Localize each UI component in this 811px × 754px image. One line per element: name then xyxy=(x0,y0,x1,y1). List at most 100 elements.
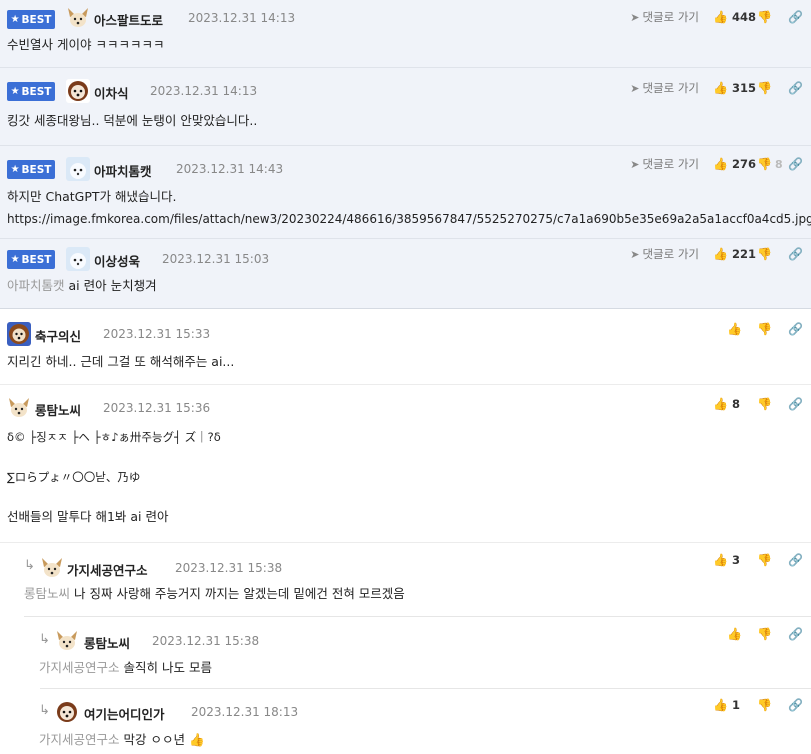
link-icon[interactable]: 🔗 xyxy=(787,397,803,411)
comment-text: δ© ├징ㅈㅈ ├ヘ ├ㅎ♪ぁ卅주능グ┤ ズ｜?δ ∑ロらプょ〃〇〇낟、乃ゆ 선… xyxy=(7,430,221,524)
avatar[interactable] xyxy=(55,629,79,653)
thumbs-down-icon: 👎 xyxy=(757,397,772,411)
best-badge: ★ BEST xyxy=(7,82,55,101)
thumbs-down-icon: 👎 xyxy=(757,322,772,336)
downvote-button[interactable]: 👎 xyxy=(757,81,787,95)
link-icon[interactable]: 🔗 xyxy=(787,157,803,171)
downvote-button[interactable]: 👎 xyxy=(757,627,787,641)
upvote-button[interactable]: 👍 276 xyxy=(713,157,757,171)
avatar[interactable] xyxy=(40,556,64,580)
avatar[interactable] xyxy=(55,700,79,724)
star-icon: ★ xyxy=(10,164,20,175)
best-badge: ★ BEST xyxy=(7,160,55,179)
author-name[interactable]: 롱탐노씨 xyxy=(35,400,81,419)
downvote-button[interactable]: 👎 xyxy=(757,247,787,261)
star-icon: ★ xyxy=(10,254,20,265)
goto-reply-link[interactable]: ➤ 댓글로 가기 xyxy=(630,246,699,262)
best-comment: ★ BEST 이상성욱 2023.12.31 15:03 ➤ 댓글로 가기 👍 221… xyxy=(0,239,811,309)
comment-text: 수빈열사 게이야 ㅋㅋㅋㅋㅋㅋ xyxy=(7,37,165,52)
arrow-icon: ➤ xyxy=(630,10,640,24)
arrow-icon: ➤ xyxy=(630,157,640,171)
link-icon[interactable]: 🔗 xyxy=(787,627,803,641)
thumbs-up-icon: 👍 xyxy=(713,10,728,24)
thumbs-down-icon: 👎 xyxy=(757,81,772,95)
thumbs-up-icon: 👍 xyxy=(713,397,728,411)
author-name[interactable]: 여기는어디인가 xyxy=(84,704,165,723)
best-badge: ★ BEST xyxy=(7,10,55,29)
reply-comment: ↳ 가지세공연구소 2023.12.31 15:38 👍 3 👎 🔗 롱탐노씨 나 … xyxy=(0,543,811,617)
downvote-button[interactable]: 👎 xyxy=(757,322,787,336)
link-icon[interactable]: 🔗 xyxy=(787,322,803,336)
upvote-button[interactable]: 👍 221 xyxy=(713,247,757,261)
comment-date: 2023.12.31 15:03 xyxy=(162,252,270,266)
thumbs-down-icon: 👎 xyxy=(757,698,772,712)
author-name[interactable]: 이상성욱 xyxy=(94,251,140,270)
comment-date: 2023.12.31 15:38 xyxy=(152,634,260,648)
arrow-icon: ➤ xyxy=(630,247,640,261)
mention-link[interactable]: 가지세공연구소 xyxy=(39,732,120,747)
upvote-button[interactable]: 👍 3 xyxy=(713,553,757,567)
avatar[interactable] xyxy=(7,322,31,346)
author-name[interactable]: 축구의신 xyxy=(35,326,81,345)
goto-reply-link[interactable]: ➤ 댓글로 가기 xyxy=(630,156,699,172)
author-name[interactable]: 가지세공연구소 xyxy=(67,560,148,579)
thumbs-up-icon: 👍 xyxy=(713,247,728,261)
goto-reply-link[interactable]: ➤ 댓글로 가기 xyxy=(630,80,699,96)
upvote-button[interactable]: 👍 xyxy=(727,627,757,641)
downvote-button[interactable]: 👎 xyxy=(757,397,787,411)
best-comment: ★ BEST 이차식 2023.12.31 14:13 ➤ 댓글로 가기 👍 315 … xyxy=(0,68,811,146)
avatar[interactable] xyxy=(66,79,90,103)
upvote-button[interactable]: 👍 448 xyxy=(713,10,757,24)
comment-date: 2023.12.31 14:13 xyxy=(188,11,296,25)
downvote-button[interactable]: 👎 xyxy=(757,10,787,24)
best-comment: ★ BEST 아파치톰캣 2023.12.31 14:43 ➤ 댓글로 가기 👍 27… xyxy=(0,146,811,239)
arrow-icon: ➤ xyxy=(630,81,640,95)
comment-text: 하지만 ChatGPT가 해냈습니다. https://image.fmkore… xyxy=(0,186,811,230)
goto-reply-link[interactable]: ➤ 댓글로 가기 xyxy=(630,9,699,25)
comment-date: 2023.12.31 14:13 xyxy=(150,84,258,98)
comment-date: 2023.12.31 14:43 xyxy=(176,162,284,176)
star-icon: ★ xyxy=(10,86,20,97)
thumbs-up-icon: 👍 xyxy=(713,81,728,95)
upvote-button[interactable]: 👍 8 xyxy=(713,397,757,411)
thumbs-down-icon: 👎 xyxy=(757,553,772,567)
upvote-button[interactable]: 👍 315 xyxy=(713,81,757,95)
avatar[interactable] xyxy=(66,157,90,181)
thumbs-down-icon: 👎 xyxy=(757,157,772,171)
link-icon[interactable]: 🔗 xyxy=(787,81,803,95)
mention-link[interactable]: 롱탐노씨 xyxy=(24,586,70,601)
mention-link[interactable]: 아파치톰캣 xyxy=(7,278,65,293)
comment-date: 2023.12.31 15:38 xyxy=(175,561,283,575)
thumbs-down-icon: 👎 xyxy=(757,10,772,24)
avatar[interactable] xyxy=(7,396,31,420)
link-icon[interactable]: 🔗 xyxy=(787,247,803,261)
author-name[interactable]: 이차식 xyxy=(94,83,129,102)
link-icon[interactable]: 🔗 xyxy=(787,698,803,712)
reply-arrow-icon: ↳ xyxy=(39,632,50,647)
reply-arrow-icon: ↳ xyxy=(24,558,35,573)
upvote-button[interactable]: 👍 1 xyxy=(713,698,757,712)
star-icon: ★ xyxy=(10,14,20,25)
author-name[interactable]: 아파치톰캣 xyxy=(94,161,152,180)
reply-comment: ↳ 롱탐노씨 2023.12.31 15:38 👍 👎 🔗 가지세공연구소 솔직히… xyxy=(0,617,811,689)
avatar[interactable] xyxy=(66,6,90,30)
thumbs-up-icon: 👍 xyxy=(713,553,728,567)
image-url[interactable]: https://image.fmkorea.com/files/attach/n… xyxy=(7,208,811,230)
author-name[interactable]: 아스팔트도로 xyxy=(94,10,163,29)
comment: 롱탐노씨 2023.12.31 15:36 👍 8 👎 🔗 δ© ├징ㅈㅈ ├ヘ … xyxy=(0,385,811,543)
downvote-button[interactable]: 👎 xyxy=(757,553,787,567)
downvote-button[interactable]: 👎 xyxy=(757,698,787,712)
avatar[interactable] xyxy=(66,247,90,271)
mention-link[interactable]: 가지세공연구소 xyxy=(39,660,120,675)
link-icon[interactable]: 🔗 xyxy=(787,10,803,24)
thumbs-up-icon: 👍 xyxy=(727,627,742,641)
upvote-button[interactable]: 👍 xyxy=(727,322,757,336)
author-name[interactable]: 롱탐노씨 xyxy=(84,633,130,652)
thumbs-down-icon: 👎 xyxy=(757,627,772,641)
reply-comment: ↳ 여기는어디인가 2023.12.31 18:13 👍 1 👎 🔗 가지세공연구… xyxy=(0,689,811,754)
thumbs-up-icon: 👍 xyxy=(713,157,728,171)
comment-date: 2023.12.31 15:36 xyxy=(103,401,211,415)
thumbs-down-icon: 👎 xyxy=(757,247,772,261)
downvote-button[interactable]: 👎 8 xyxy=(757,157,787,171)
link-icon[interactable]: 🔗 xyxy=(787,553,803,567)
